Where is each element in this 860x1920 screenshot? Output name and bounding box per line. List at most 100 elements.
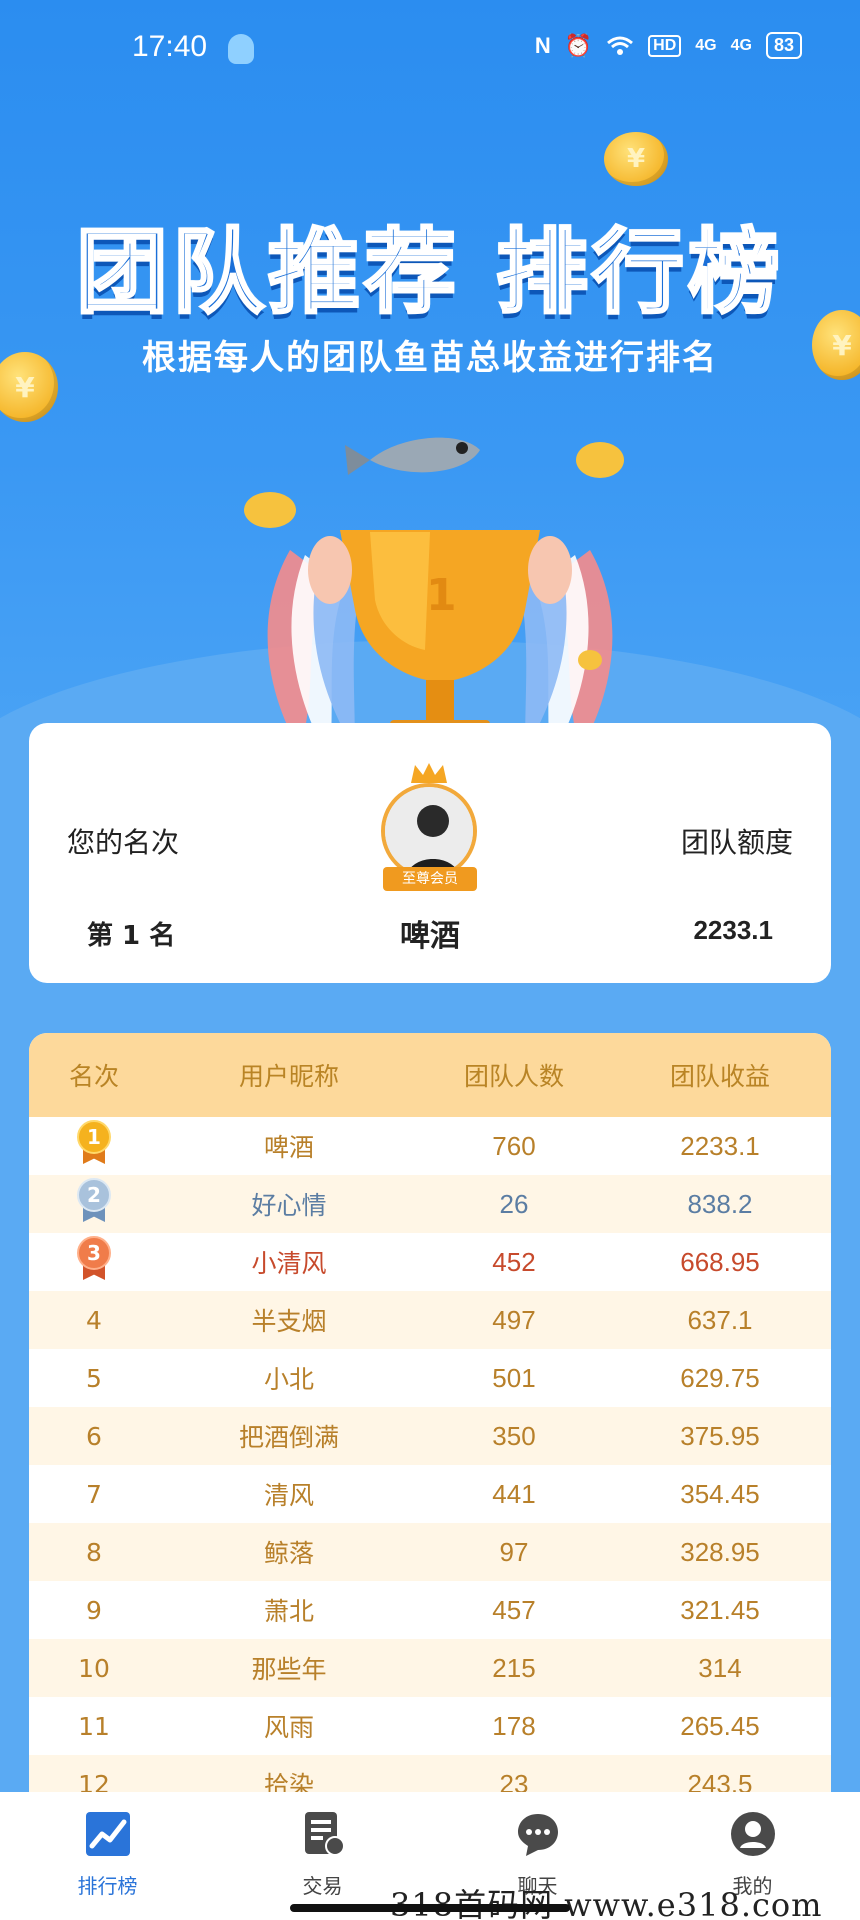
nfc-icon: N [534, 32, 551, 58]
income-cell: 265.45 [680, 1710, 760, 1741]
silver-medal-icon: 2 [77, 1178, 111, 1224]
members-cell: 350 [492, 1420, 536, 1451]
ranking-table: 名次 用户昵称 团队人数 团队收益 1 啤酒 760 2233.1 2 好心情 … [29, 1033, 831, 1793]
members-cell: 457 [492, 1594, 536, 1625]
chart-icon [85, 1812, 130, 1856]
rank-cell: 6 [86, 1421, 102, 1451]
avatar-frame[interactable]: 至尊会员 [363, 761, 497, 895]
nav-item-ranking[interactable]: 排行榜 [0, 1792, 215, 1920]
nickname-cell: 小清风 [251, 1249, 327, 1278]
my-rank-card: 您的名次 团队额度 至尊会员 第 1 名 啤酒 2233.1 [29, 723, 831, 983]
members-cell: 441 [492, 1478, 536, 1509]
signal-4g-icon: 4G [695, 36, 717, 54]
income-cell: 629.75 [680, 1362, 760, 1393]
alarm-icon: ⏰ [564, 32, 593, 58]
income-cell: 314 [698, 1652, 742, 1683]
nickname-cell: 风雨 [263, 1713, 314, 1742]
members-cell: 501 [492, 1362, 536, 1393]
user-photo [385, 787, 473, 875]
chat-icon [517, 1814, 558, 1856]
nickname-cell: 鲸落 [263, 1539, 314, 1568]
members-cell: 178 [492, 1710, 536, 1741]
vip-badge: 至尊会员 [383, 867, 477, 891]
members-cell: 97 [499, 1536, 529, 1567]
page-subtitle: 根据每人的团队鱼苗总收益进行排名 [142, 338, 718, 378]
income-cell: 2233.1 [680, 1130, 760, 1161]
watermark: 318首码网 www.e318.com [390, 1886, 823, 1920]
status-time: 17:40 [132, 30, 208, 63]
members-cell: 760 [492, 1130, 536, 1161]
my-team-amount: 2233.1 [693, 915, 773, 945]
members-cell: 23 [499, 1768, 529, 1794]
rank-cell: 1 [29, 1120, 159, 1172]
user-icon [730, 1812, 775, 1856]
rank-cell: 2 [29, 1178, 159, 1230]
members-cell: 26 [499, 1188, 529, 1219]
table-row[interactable]: 9 萧北 457 321.45 [29, 1581, 831, 1639]
bronze-medal-icon: 3 [77, 1236, 111, 1282]
header-nickname: 用户昵称 [238, 1062, 339, 1091]
wifi-icon [607, 36, 634, 55]
battery-icon: 83 [765, 32, 802, 59]
my-rank-label: 您的名次 [67, 826, 180, 859]
svg-text:1: 1 [426, 570, 457, 621]
table-row[interactable]: 1 啤酒 760 2233.1 [29, 1117, 831, 1175]
team-quota-label: 团队额度 [680, 826, 793, 859]
rank-cell: 12 [78, 1769, 110, 1794]
table-header: 名次 用户昵称 团队人数 团队收益 [29, 1033, 831, 1117]
table-row[interactable]: 11 风雨 178 265.45 [29, 1697, 831, 1755]
qq-notification-icon [228, 34, 254, 64]
table-body[interactable]: 1 啤酒 760 2233.1 2 好心情 26 838.2 3 小清风 452… [29, 1117, 831, 1793]
rank-cell: 8 [86, 1537, 102, 1567]
home-indicator[interactable] [290, 1904, 570, 1912]
table-row[interactable]: 7 清风 441 354.45 [29, 1465, 831, 1523]
income-cell: 637.1 [687, 1304, 753, 1335]
page-title: 团队推荐 排行榜 [74, 218, 785, 328]
nickname-cell: 那些年 [251, 1655, 327, 1684]
rank-cell: 7 [86, 1479, 102, 1509]
header-income: 团队收益 [669, 1062, 770, 1091]
nickname-cell: 好心情 [251, 1191, 327, 1220]
table-row[interactable]: 8 鲸落 97 328.95 [29, 1523, 831, 1581]
document-icon [304, 1812, 345, 1856]
nickname-cell: 萧北 [263, 1597, 314, 1626]
table-row[interactable]: 12 拾染 23 243.5 [29, 1755, 831, 1793]
rank-cell: 4 [86, 1305, 102, 1335]
income-cell: 838.2 [687, 1188, 753, 1219]
table-row[interactable]: 4 半支烟 497 637.1 [29, 1291, 831, 1349]
table-row[interactable]: 6 把酒倒满 350 375.95 [29, 1407, 831, 1465]
avatar [381, 783, 477, 879]
nav-label: 交易 [302, 1874, 343, 1898]
table-row[interactable]: 10 那些年 215 314 [29, 1639, 831, 1697]
status-icons: N ⏰ HD 4G 4G 83 [535, 32, 802, 59]
table-row[interactable]: 2 好心情 26 838.2 [29, 1175, 831, 1233]
income-cell: 668.95 [680, 1246, 760, 1277]
signal-4g-icon-2: 4G [730, 36, 752, 54]
members-cell: 452 [492, 1246, 536, 1277]
crown-icon [411, 763, 447, 783]
income-cell: 354.45 [680, 1478, 760, 1509]
income-cell: 328.95 [680, 1536, 760, 1567]
members-cell: 215 [492, 1652, 536, 1683]
members-cell: 497 [492, 1304, 536, 1335]
nickname-cell: 清风 [263, 1481, 314, 1510]
header-members: 团队人数 [463, 1062, 564, 1091]
nickname-cell: 啤酒 [263, 1133, 314, 1162]
status-bar: 17:40 N ⏰ HD 4G 4G 83 [0, 0, 860, 100]
coin-icon [604, 132, 668, 186]
nickname-cell: 拾染 [263, 1771, 314, 1793]
nickname-cell: 半支烟 [251, 1307, 327, 1336]
income-cell: 243.5 [687, 1768, 753, 1794]
rank-cell: 3 [29, 1236, 159, 1288]
table-row[interactable]: 3 小清风 452 668.95 [29, 1233, 831, 1291]
nickname-cell: 小北 [263, 1365, 314, 1394]
hd-icon: HD [648, 34, 682, 57]
nav-label: 排行榜 [77, 1874, 138, 1898]
rank-cell: 11 [78, 1711, 110, 1741]
nickname-cell: 把酒倒满 [238, 1423, 339, 1452]
rank-cell: 5 [86, 1363, 102, 1393]
table-row[interactable]: 5 小北 501 629.75 [29, 1349, 831, 1407]
income-cell: 375.95 [680, 1420, 760, 1451]
rank-cell: 9 [86, 1595, 102, 1625]
gold-medal-icon: 1 [77, 1120, 111, 1166]
